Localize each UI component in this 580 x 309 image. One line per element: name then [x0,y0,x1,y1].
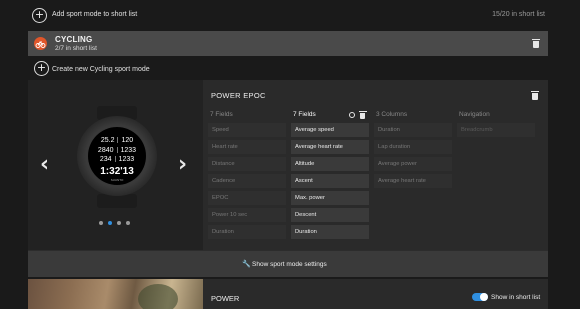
carousel-dot[interactable] [99,221,103,225]
watch-preview: 25.2 120 2840 1233 234 1233 1:32'13 SUUNTO [72,106,162,208]
watch-time: 1:32'13 [100,166,134,177]
top-bar: + Add sport mode to short list 15/20 in … [0,0,580,31]
field-cell[interactable]: Speed [208,123,286,137]
add-sport-mode-link[interactable]: Add sport mode to short list [52,11,137,18]
field-cell[interactable]: Descent [291,208,369,222]
watch-face: 25.2 120 2840 1233 234 1233 1:32'13 SUUNTO [88,127,146,185]
carousel-dot[interactable] [108,221,112,225]
watch-brand: SUUNTO [110,178,124,182]
field-cell[interactable]: Lap duration [374,140,452,154]
watch-strap-bottom [97,194,137,208]
watch-row-1: 25.2 120 [88,137,146,144]
delete-sport-mode-trash-icon[interactable] [532,39,540,48]
add-sport-mode-plus-icon[interactable]: + [32,8,47,23]
next-display-chevron-icon[interactable]: › [178,152,187,177]
wrench-icon: 🔧 [242,260,251,268]
carousel-dot[interactable] [126,221,130,225]
sport-mode-header[interactable]: CYCLING 2/7 in short list [28,31,548,56]
field-column-header[interactable]: 7 Fields [210,111,233,118]
show-in-short-list-label: Show in short list [491,294,541,301]
watch-value: 2840 [97,147,114,154]
field-cell[interactable]: Distance [208,157,286,171]
sport-mode-subtitle: 2/7 in short list [55,45,97,52]
watch-row-3: 234 1233 [88,156,146,163]
field-column-header[interactable]: 3 Columns [376,111,407,118]
trash-icon[interactable] [359,111,367,119]
previous-display-chevron-icon[interactable]: ‹ [40,152,49,177]
display-fields-panel: POWER EPOC 7 Fields Speed Heart rate Distan… [203,80,548,250]
field-cell[interactable]: Ascent [291,174,369,188]
field-cell[interactable]: Duration [374,123,452,137]
field-cell[interactable]: Average heart rate [374,174,452,188]
cycling-icon [34,37,47,50]
watch-value: 1233 [118,156,135,163]
field-cell[interactable]: Max. power [291,191,369,205]
field-cell[interactable]: Average speed [291,123,369,137]
field-cell[interactable]: Duration [208,225,286,239]
field-cell[interactable]: Heart rate [208,140,286,154]
sport-mode-photo [28,279,203,309]
show-sport-mode-settings-button[interactable]: 🔧 Show sport mode settings [28,250,548,277]
power-mode-panel: POWER Show in short list [203,279,548,309]
display-editor-panel: ‹ › 25.2 120 2840 1233 234 1233 1:32'13 SUU… [28,80,548,250]
field-cell[interactable]: Cadence [208,174,286,188]
field-cell[interactable]: Average heart rate [291,140,369,154]
show-in-short-list-toggle[interactable] [472,293,488,301]
watch-value: 234 [99,156,112,163]
watch-value: 120 [121,137,134,144]
field-cell[interactable]: Average power [374,157,452,171]
watch-row-2: 2840 1233 [88,147,146,154]
power-mode-title: POWER [211,294,240,303]
field-cell[interactable]: Power 10 sec [208,208,286,222]
field-cell[interactable]: EPOC [208,191,286,205]
settings-label: Show sport mode settings [252,261,327,268]
watch-value: 1233 [120,147,137,154]
carousel-dot[interactable] [117,221,121,225]
field-column-header[interactable]: Navigation [459,111,490,118]
field-cell[interactable]: Altitude [291,157,369,171]
field-cell[interactable]: Duration [291,225,369,239]
watch-value: 25.2 [100,137,115,144]
field-column-header[interactable]: 7 Fields [293,111,316,118]
create-sport-mode-link[interactable]: Create new Cycling sport mode [52,66,150,73]
create-sport-mode-plus-icon[interactable]: + [34,61,49,76]
delete-display-trash-icon[interactable] [531,91,539,100]
field-cell[interactable]: Breadcrumb [457,123,535,137]
display-title: POWER EPOC [211,91,266,100]
sport-mode-title: CYCLING [55,35,93,44]
short-list-count: 15/20 in short list [492,11,545,18]
refresh-icon[interactable] [349,112,355,118]
